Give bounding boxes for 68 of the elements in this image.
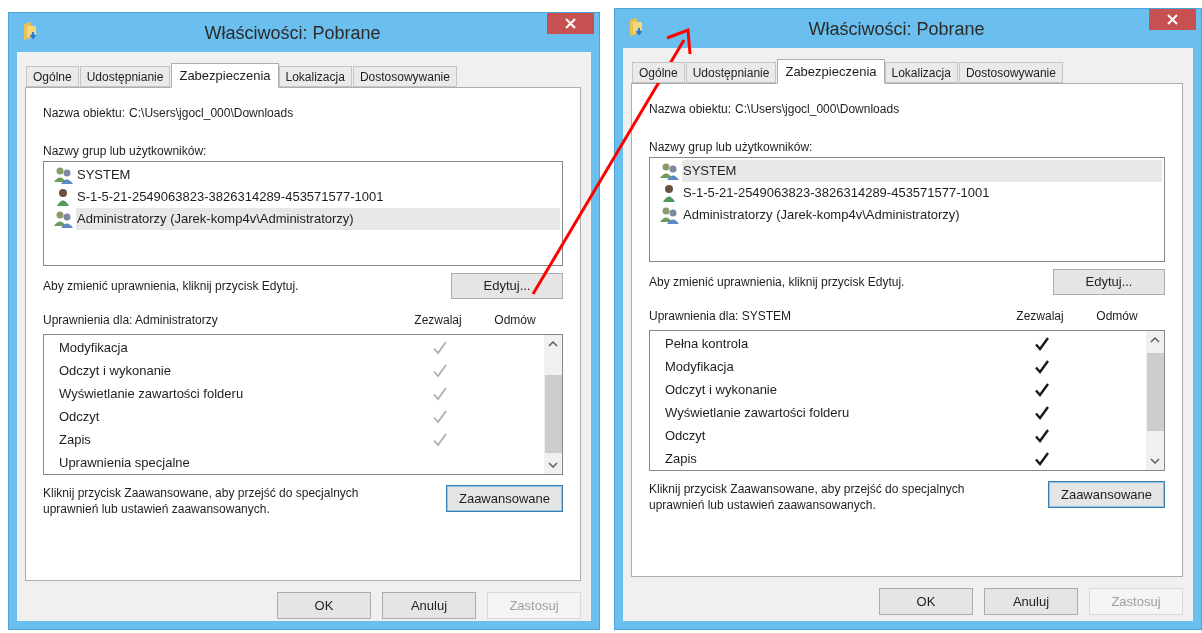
tab[interactable]: Udostępnianie [685, 62, 777, 83]
close-button[interactable] [547, 13, 594, 34]
dialog-button[interactable]: OK [879, 588, 973, 615]
group-icon [54, 210, 74, 228]
user-item[interactable]: Administratorzy (Jarek-komp4v\Administratorzy) [76, 208, 560, 230]
user-item[interactable]: S-1-5-21-2549063823-3826314289-453571577-1001 [76, 186, 560, 208]
column-header: Odmów [1095, 308, 1139, 325]
permissions-label: Uprawnienia dla: Administratorzy [43, 312, 219, 329]
scroll-thumb[interactable] [1146, 353, 1164, 431]
tab[interactable]: Zabezpieczenia [777, 59, 885, 84]
permission-name: Modyfikacja [58, 338, 129, 357]
close-button[interactable] [1149, 9, 1196, 30]
advanced-button[interactable]: Zaawansowane [1048, 481, 1165, 508]
tab[interactable]: Dostosowywanie [352, 66, 457, 87]
group-icon [660, 206, 680, 224]
advanced-hint: Kliknij przycisk Zaawansowane, aby przejść do specjalnych uprawnień lub ustawień zaawansowanych. [649, 481, 966, 513]
object-path: C:\Users\jgocl_000\Downloads [735, 101, 900, 116]
user-item[interactable]: SYSTEM [76, 164, 560, 186]
user-item[interactable]: S-1-5-21-2549063823-3826314289-453571577-1001 [682, 182, 1162, 204]
edit-button[interactable]: Edytuj... [1053, 269, 1165, 295]
permission-name: Odczyt [664, 426, 707, 445]
permission-name: Uprawnienia specjalne [58, 453, 191, 472]
object-path: C:\Users\jgocl_000\Downloads [129, 105, 294, 120]
permission-name: Pełna kontrola [664, 334, 750, 353]
tab[interactable]: Lokalizacja [278, 66, 352, 87]
advanced-button[interactable]: Zaawansowane [446, 485, 563, 512]
scrollbar[interactable] [544, 335, 562, 474]
permission-name: Zapis [58, 430, 92, 449]
object-name-label: Nazwa obiektu: [649, 101, 732, 116]
tab[interactable]: Lokalizacja [884, 62, 958, 83]
dialog-button[interactable]: Anuluj [382, 592, 476, 619]
edit-hint: Aby zmienić uprawnienia, kliknij przycisk Edytuj. [649, 274, 905, 291]
permissions-label: Uprawnienia dla: SYSTEM [649, 308, 793, 325]
close-icon [1167, 14, 1178, 25]
group-icon [660, 162, 680, 180]
permission-name: Wyświetlanie zawartości folderu [664, 403, 851, 422]
column-header: Zezwalaj [413, 312, 463, 329]
object-name-label: Nazwa obiektu: [43, 105, 126, 120]
tab[interactable]: Udostępnianie [79, 66, 171, 87]
edit-hint: Aby zmienić uprawnienia, kliknij przycisk Edytuj. [43, 278, 299, 295]
scroll-thumb[interactable] [544, 375, 562, 453]
tab[interactable]: Ogólne [26, 66, 79, 87]
scrollbar[interactable] [1146, 331, 1164, 470]
dialog-button[interactable]: Anuluj [984, 588, 1078, 615]
tab[interactable]: Dostosowywanie [958, 62, 1063, 83]
edit-button[interactable]: Edytuj... [451, 273, 563, 299]
folder-icon [628, 17, 644, 37]
user-item[interactable]: Administratorzy (Jarek-komp4v\Administratorzy) [682, 204, 1162, 226]
permission-name: Odczyt [58, 407, 101, 426]
column-header: Odmów [493, 312, 537, 329]
permission-name: Odczyt i wykonanie [58, 361, 172, 380]
tab[interactable]: Zabezpieczenia [171, 63, 279, 88]
user-item[interactable]: SYSTEM [682, 160, 1162, 182]
groups-label: Nazwy grup lub użytkowników: [649, 139, 814, 152]
groups-label: Nazwy grup lub użytkowników: [43, 143, 208, 156]
permission-name: Zapis [664, 449, 698, 468]
window-title: Właściwości: Pobrane [203, 22, 382, 45]
permission-name: Odczyt i wykonanie [664, 380, 778, 399]
window-title: Właściwości: Pobrane [807, 18, 986, 41]
folder-icon [22, 21, 38, 41]
column-header: Zezwalaj [1015, 308, 1065, 325]
permission-name: Wyświetlanie zawartości folderu [58, 384, 245, 403]
permission-name: Modyfikacja [664, 357, 735, 376]
close-icon [565, 18, 576, 29]
advanced-hint: Kliknij przycisk Zaawansowane, aby przejść do specjalnych uprawnień lub ustawień zaawansowanych. [43, 485, 360, 517]
group-icon [54, 166, 74, 184]
tab[interactable]: Ogólne [632, 62, 685, 83]
dialog-button[interactable]: OK [277, 592, 371, 619]
